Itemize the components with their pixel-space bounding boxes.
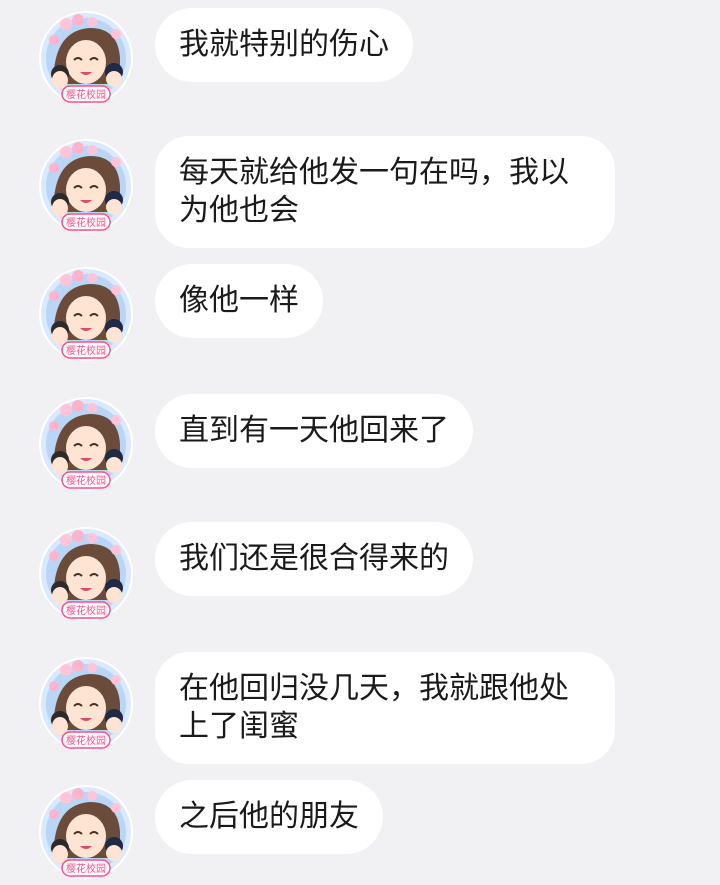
anime-avatar-icon[interactable]: 樱花校园 [38,526,134,622]
message-bubble[interactable]: 像他一样 [155,264,323,338]
anime-avatar-icon[interactable]: 樱花校园 [38,10,134,106]
anime-avatar-icon[interactable]: 樱花校园 [38,266,134,362]
anime-avatar-icon[interactable]: 樱花校园 [38,784,134,880]
chat-thread: 樱花校园 我就特别的伤心 樱花校园 每天就给他发一句在吗，我以为他也会 樱花校园… [0,0,720,885]
avatar-badge-text: 樱花校园 [66,88,106,101]
avatar-badge-text: 樱花校园 [66,604,106,617]
message-bubble[interactable]: 每天就给他发一句在吗，我以为他也会 [155,136,615,248]
message-bubble[interactable]: 我们还是很合得来的 [155,522,473,596]
avatar-badge-text: 樱花校园 [66,474,106,487]
message-bubble[interactable]: 我就特别的伤心 [155,8,413,82]
anime-avatar-icon[interactable]: 樱花校园 [38,138,134,234]
avatar-badge-text: 樱花校园 [66,862,106,875]
avatar-badge-text: 樱花校园 [66,344,106,357]
message-bubble[interactable]: 之后他的朋友 [155,780,383,854]
anime-avatar-icon[interactable]: 樱花校园 [38,396,134,492]
anime-avatar-icon[interactable]: 樱花校园 [38,656,134,752]
message-bubble[interactable]: 直到有一天他回来了 [155,394,473,468]
message-bubble[interactable]: 在他回归没几天，我就跟他处上了闺蜜 [155,652,615,764]
avatar-badge-text: 樱花校园 [66,734,106,747]
avatar-badge-text: 樱花校园 [66,216,106,229]
